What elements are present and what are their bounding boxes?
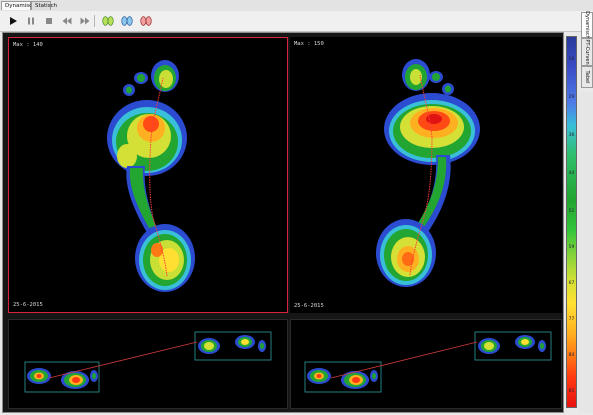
scale-tick: 44 <box>568 171 575 176</box>
stop-button[interactable] <box>42 14 56 28</box>
pressure-color-scale: 16 29 36 44 51 59 67 77 84 91 <box>566 36 577 408</box>
scale-tick: 16 <box>568 57 575 62</box>
toolbar <box>0 11 593 32</box>
both-feet-green-icon <box>102 16 114 26</box>
stop-icon <box>46 18 52 24</box>
tab-pt-curven[interactable]: PT-Curven <box>581 38 593 66</box>
both-feet-red-icon <box>140 16 152 26</box>
scale-tick: 67 <box>568 281 575 286</box>
vertical-tab-bar: Dynamisch PT-Curven Tabel <box>581 11 593 92</box>
play-icon <box>10 17 17 25</box>
rewind-button[interactable] <box>60 14 74 28</box>
pause-icon <box>28 17 34 25</box>
right-foot-panel[interactable]: Max : 150 25-6-2015 <box>290 37 562 313</box>
tab-dynamisch-vertical[interactable]: Dynamisch <box>581 11 593 39</box>
right-gait-panel[interactable] <box>290 319 562 409</box>
scale-tick: 36 <box>568 133 575 138</box>
scale-tick: 84 <box>568 353 575 358</box>
rewind-icon <box>62 17 72 25</box>
left-foot-panel[interactable]: Max : 140 25-6-2015 <box>8 37 288 313</box>
scale-tick: 91 <box>568 389 575 394</box>
left-footprint-heatmap <box>107 60 195 292</box>
scale-tick: 51 <box>568 209 575 214</box>
tab-tabel[interactable]: Tabel <box>581 66 593 88</box>
tab-label: Tabel <box>584 70 590 84</box>
tab-label: Dynamisch <box>584 11 590 39</box>
tab-dynamisch[interactable]: Dynamisch <box>1 1 36 10</box>
tab-statisch[interactable]: Statisch <box>31 1 57 10</box>
left-gait-heatmap <box>24 331 272 393</box>
both-feet-blue-icon <box>121 16 133 26</box>
play-button[interactable] <box>6 14 20 28</box>
toolbar-separator <box>94 15 95 27</box>
scale-tick: 77 <box>568 317 575 322</box>
right-footprint-heatmap <box>376 59 480 287</box>
left-gait-panel[interactable] <box>8 319 288 409</box>
both-feet-red-button[interactable] <box>138 14 154 28</box>
right-margin <box>579 92 593 413</box>
pause-button[interactable] <box>24 14 38 28</box>
scale-tick: 59 <box>568 245 575 250</box>
pressure-view: Max : 140 25-6-2015 Max: 150 25-6-2015 <box>2 32 564 413</box>
scale-tick: 29 <box>568 95 575 100</box>
both-feet-blue-button[interactable] <box>119 14 135 28</box>
fast-forward-icon <box>80 17 90 25</box>
fast-forward-button[interactable] <box>78 14 92 28</box>
right-gait-heatmap <box>304 331 552 393</box>
both-feet-green-button[interactable] <box>100 14 116 28</box>
color-scale-gradient <box>567 37 576 407</box>
tab-label: PT-Curven <box>584 39 590 65</box>
